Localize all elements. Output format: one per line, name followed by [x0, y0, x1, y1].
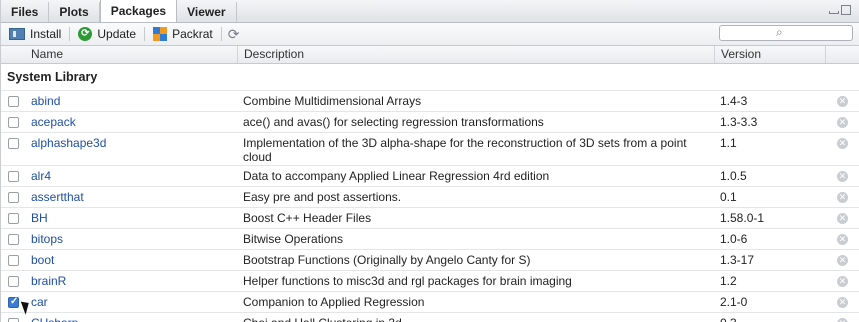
package-name-link[interactable]: brainR	[31, 274, 66, 288]
package-version: 0.3	[720, 316, 737, 322]
table-row: bitops Bitwise Operations 1.0-6 ✕	[1, 229, 859, 250]
packrat-label: Packrat	[172, 27, 213, 41]
package-version: 1.0-6	[720, 232, 748, 246]
package-description: Choi and Hall Clustering in 3d	[243, 316, 703, 322]
package-version: 1.1	[720, 136, 737, 150]
search-input[interactable]: ⌕	[719, 25, 853, 41]
window-controls	[829, 5, 851, 15]
install-icon	[9, 28, 25, 40]
package-description: Bootstrap Functions (Originally by Angel…	[243, 253, 531, 267]
update-icon: ⟳	[78, 27, 93, 41]
tab-plots[interactable]: Plots	[49, 2, 100, 22]
package-name-link[interactable]: boot	[31, 253, 54, 267]
toolbar: Install ⟳ Update Packrat ⟳ ⌕	[1, 23, 859, 46]
install-label: Install	[30, 27, 62, 41]
package-name-link[interactable]: abind	[31, 94, 60, 108]
remove-package-icon[interactable]: ✕	[837, 192, 848, 203]
package-version: 1.2	[720, 274, 737, 288]
package-description: Companion to Applied Regression	[243, 295, 425, 309]
package-version: 1.58.0-1	[720, 211, 765, 225]
package-checkbox[interactable]	[8, 138, 19, 149]
remove-package-icon[interactable]: ✕	[837, 276, 848, 287]
remove-package-icon[interactable]: ✕	[837, 213, 848, 224]
package-checkbox[interactable]	[8, 234, 19, 245]
update-button[interactable]: ⟳ Update	[70, 23, 144, 45]
package-description: Helper functions to misc3d and rgl packa…	[243, 274, 572, 288]
section-system-library: System Library	[1, 64, 859, 91]
remove-package-icon[interactable]: ✕	[837, 234, 848, 245]
table-row: car Companion to Applied Regression 2.1-0 ✕	[1, 292, 859, 313]
package-name-link[interactable]: acepack	[31, 115, 76, 129]
package-version: 0.1	[720, 190, 737, 204]
install-button[interactable]: Install	[1, 23, 69, 45]
package-description: Easy pre and post assertions.	[243, 190, 402, 204]
package-checkbox[interactable]	[8, 318, 19, 322]
remove-package-icon[interactable]: ✕	[837, 297, 848, 308]
package-checkbox[interactable]	[8, 213, 19, 224]
refresh-icon[interactable]: ⟳	[222, 26, 246, 43]
maximize-icon[interactable]	[841, 5, 851, 15]
search-icon: ⌕	[776, 25, 783, 39]
update-label: Update	[97, 27, 137, 41]
package-list: abind Combine Multidimensional Arrays 1.4-…	[1, 91, 859, 322]
package-checkbox[interactable]	[8, 171, 19, 182]
package-description: Combine Multidimensional Arrays	[243, 94, 422, 108]
package-description: Bitwise Operations	[243, 232, 344, 246]
package-name-link[interactable]: BH	[31, 211, 48, 225]
table-row: alr4 Data to accompany Applied Linear Reg…	[1, 166, 859, 187]
package-version: 1.3-17	[720, 253, 755, 267]
package-description: Boost C++ Header Files	[243, 211, 372, 225]
package-description: Implementation of the 3D alpha-shape for…	[243, 136, 687, 164]
package-checkbox[interactable]	[8, 117, 19, 128]
package-version: 1.4-3	[720, 94, 748, 108]
remove-package-icon[interactable]: ✕	[837, 318, 848, 322]
remove-package-icon[interactable]: ✕	[837, 96, 848, 107]
table-header: Name Description Version	[1, 46, 859, 64]
remove-package-icon[interactable]: ✕	[837, 255, 848, 266]
package-name-link[interactable]: assertthat	[31, 190, 84, 204]
tab-bar: Files Plots Packages Viewer	[1, 0, 859, 23]
tab-viewer[interactable]: Viewer	[177, 2, 237, 22]
table-row: CHsharp Choi and Hall Clustering in 3d 0.3…	[1, 313, 859, 322]
table-row: brainR Helper functions to misc3d and rgl…	[1, 271, 859, 292]
packages-pane: Files Plots Packages Viewer Install ⟳ Up…	[0, 0, 859, 322]
table-row: BH Boost C++ Header Files 1.58.0-1 ✕	[1, 208, 859, 229]
package-name-link[interactable]: alphashape3d	[31, 136, 106, 150]
package-checkbox[interactable]	[8, 192, 19, 203]
package-checkbox[interactable]	[8, 296, 19, 308]
remove-package-icon[interactable]: ✕	[837, 138, 848, 149]
remove-package-icon[interactable]: ✕	[837, 171, 848, 182]
package-description: ace() and avas() for selecting regressio…	[243, 115, 544, 129]
table-row: assertthat Easy pre and post assertions. 0…	[1, 187, 859, 208]
package-version: 2.1-0	[720, 295, 748, 309]
package-name-link[interactable]: bitops	[31, 232, 63, 246]
packrat-icon	[153, 27, 168, 41]
table-row: acepack ace() and avas() for selecting re…	[1, 112, 859, 133]
package-name-link[interactable]: alr4	[31, 169, 51, 183]
package-version: 1.3-3.3	[720, 115, 758, 129]
package-name-link[interactable]: car	[31, 295, 48, 309]
packrat-button[interactable]: Packrat	[145, 23, 221, 45]
package-checkbox[interactable]	[8, 255, 19, 266]
table-row: alphashape3d Implementation of the 3D alp…	[1, 133, 859, 166]
tab-files[interactable]: Files	[1, 2, 50, 22]
column-header-version[interactable]: Version	[714, 46, 825, 63]
table-row: abind Combine Multidimensional Arrays 1.4-…	[1, 91, 859, 112]
remove-package-icon[interactable]: ✕	[837, 117, 848, 128]
table-row: boot Bootstrap Functions (Originally by A…	[1, 250, 859, 271]
package-description: Data to accompany Applied Linear Regress…	[243, 169, 550, 183]
column-header-name[interactable]: Name	[31, 46, 231, 63]
package-checkbox[interactable]	[8, 96, 19, 107]
column-header-actions	[825, 46, 859, 63]
tab-packages[interactable]: Packages	[99, 0, 178, 22]
package-name-link[interactable]: CHsharp	[31, 316, 78, 322]
package-checkbox[interactable]	[8, 276, 19, 287]
package-version: 1.0.5	[720, 169, 747, 183]
column-header-description[interactable]: Description	[237, 46, 707, 63]
minimize-icon[interactable]	[829, 11, 839, 14]
